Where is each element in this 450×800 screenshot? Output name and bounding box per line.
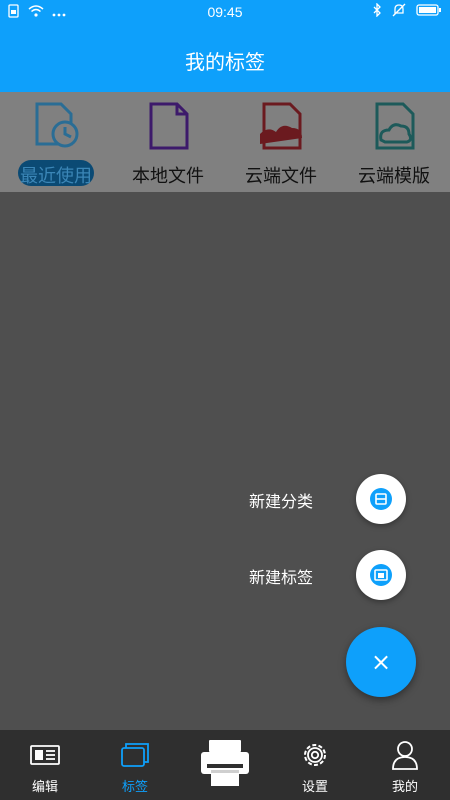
nav-label: 设置 — [301, 780, 328, 795]
nav-mine[interactable]: 我的 — [360, 730, 450, 800]
category-label: 本地文件 — [132, 166, 204, 187]
close-icon: × — [370, 648, 392, 676]
category-local[interactable]: 本地文件 — [112, 92, 224, 192]
nav-label: 编辑 — [31, 780, 58, 795]
category-icon — [370, 488, 392, 510]
label-icon — [370, 564, 392, 586]
nav-edit[interactable]: 编辑 — [0, 730, 90, 800]
nav-settings[interactable]: 设置 — [270, 730, 360, 800]
category-label: 最近使用 — [20, 166, 92, 187]
category-cloud-template[interactable]: 云端模版 — [338, 92, 450, 192]
nav-label: 标签 — [121, 780, 148, 795]
nav-label: 我的 — [391, 780, 418, 795]
cloud-file-icon — [260, 102, 302, 150]
bell-muted-icon — [392, 3, 406, 21]
bluetooth-icon — [372, 2, 382, 21]
close-fab-button[interactable]: × — [346, 627, 416, 697]
category-label: 云端文件 — [245, 166, 317, 187]
title-bar: 我的标签 — [0, 24, 450, 92]
gear-icon — [304, 744, 326, 766]
edit-icon — [30, 745, 60, 765]
category-recent[interactable]: 最近使用 — [0, 92, 112, 192]
category-strip: 最近使用 本地文件 云端文件 云端模版 — [0, 92, 450, 192]
printer-icon — [201, 740, 249, 786]
recent-file-icon — [35, 102, 79, 148]
labels-icon — [121, 743, 149, 767]
new-category-button[interactable] — [356, 474, 406, 524]
status-bar: 09:45 — [0, 0, 450, 24]
new-label-label[interactable]: 新建标签 — [249, 564, 313, 588]
category-cloud-file[interactable]: 云端文件 — [225, 92, 337, 192]
local-file-icon — [149, 102, 189, 150]
nav-labels[interactable]: 标签 — [90, 730, 180, 800]
page-title: 我的标签 — [185, 50, 265, 74]
user-icon — [392, 741, 418, 770]
new-label-button[interactable] — [356, 550, 406, 600]
print-button[interactable] — [197, 736, 253, 792]
new-category-label[interactable]: 新建分类 — [249, 488, 313, 512]
battery-icon — [416, 4, 442, 20]
cloud-template-icon — [375, 102, 415, 150]
category-label: 云端模版 — [358, 166, 430, 187]
